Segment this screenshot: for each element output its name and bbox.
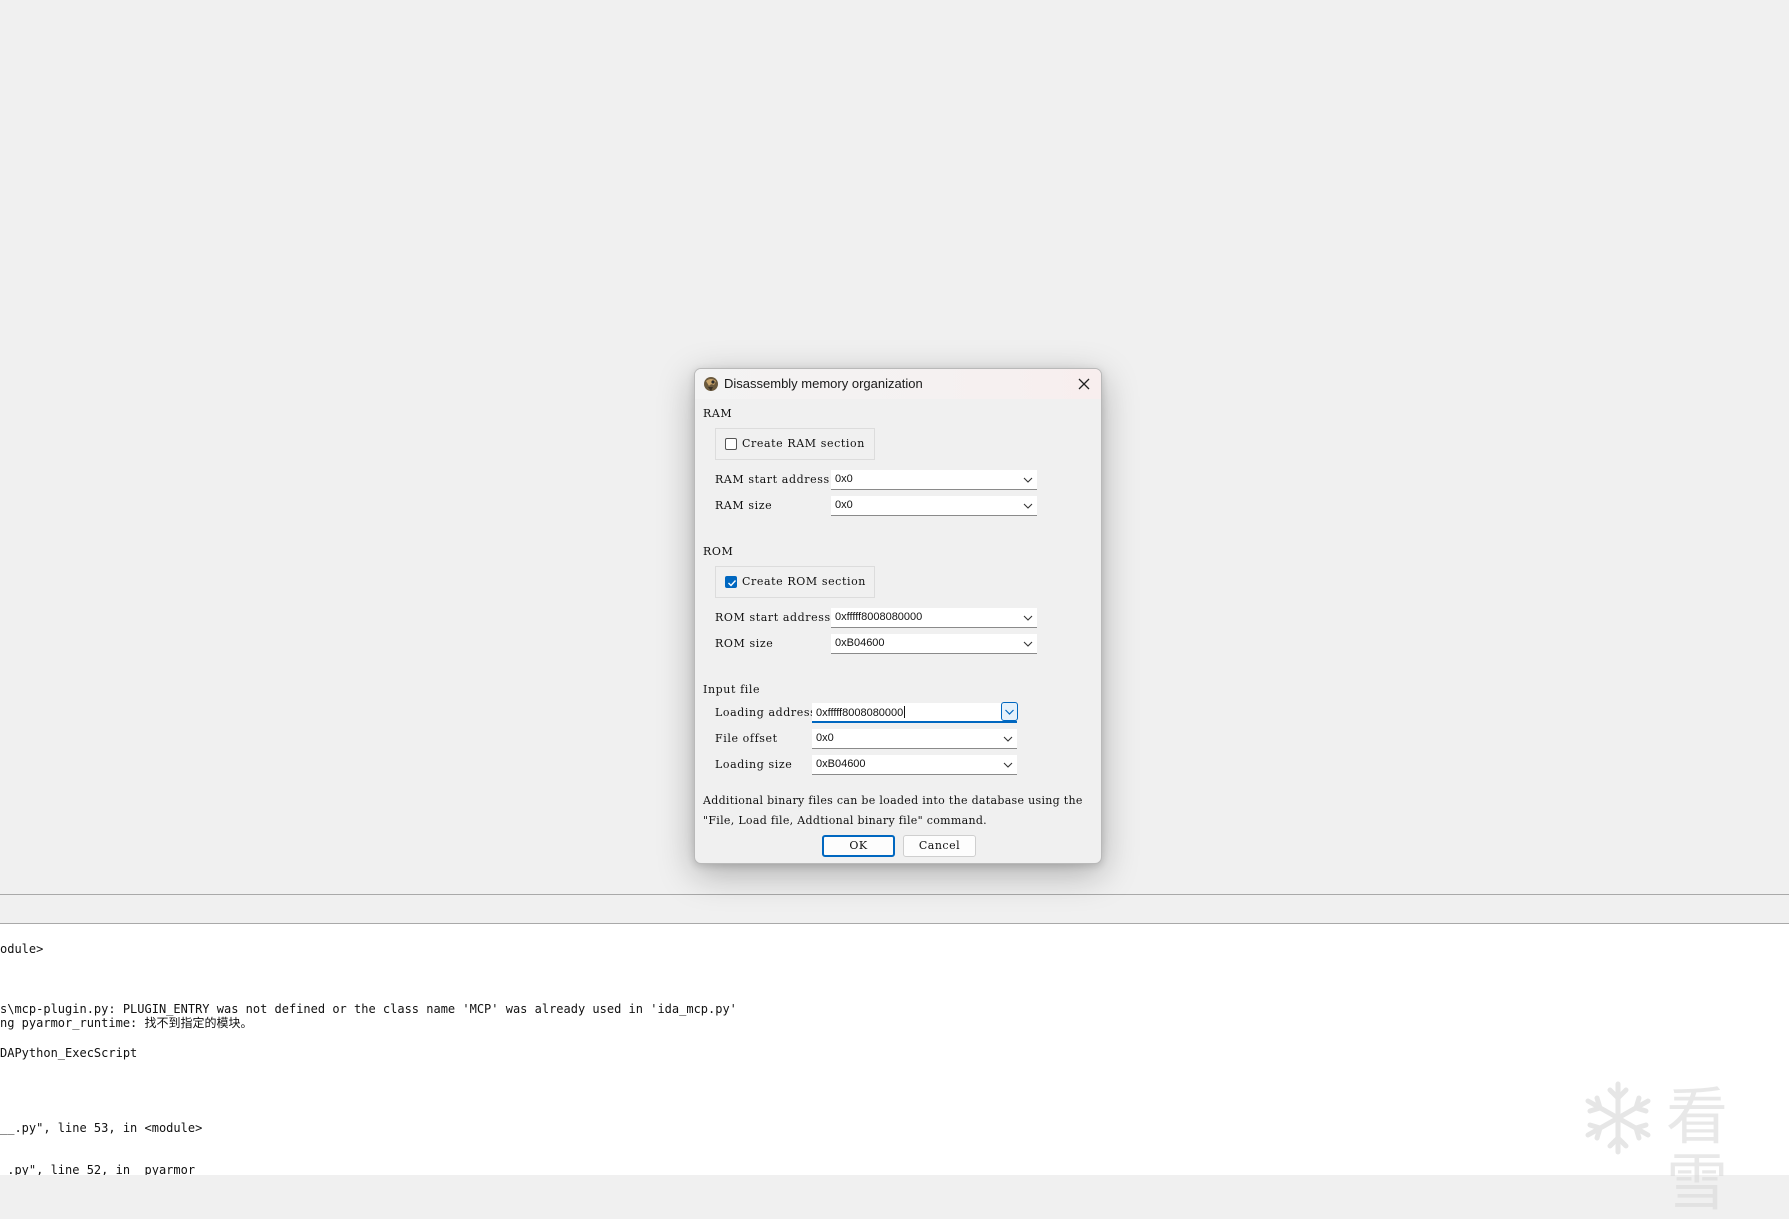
dialog-titlebar[interactable]: Disassembly memory organization bbox=[695, 369, 1101, 399]
create-rom-label[interactable]: Create ROM section bbox=[742, 575, 866, 588]
rom-group-label: ROM bbox=[703, 545, 734, 558]
rom-start-address-combo[interactable]: 0xfffff8008080000 bbox=[831, 608, 1037, 628]
dialog-title: Disassembly memory organization bbox=[724, 376, 923, 391]
watermark-logo: 看雪 bbox=[1578, 1078, 1768, 1216]
loading-size-label: Loading size bbox=[715, 758, 793, 771]
log-line: __.py", line 53, in <module> bbox=[0, 1121, 203, 1135]
output-window[interactable]: odule> s\mcp-plugin.py: PLUGIN_ENTRY was… bbox=[0, 924, 1789, 1175]
input-file-group-label: Input file bbox=[703, 683, 761, 696]
ram-size-label: RAM size bbox=[715, 499, 773, 512]
ok-button[interactable]: OK bbox=[822, 835, 895, 857]
text-caret bbox=[904, 706, 906, 718]
close-button[interactable] bbox=[1071, 371, 1097, 397]
loading-address-label: Loading address bbox=[715, 706, 817, 719]
log-line: _.py", line 52, in _pyarmor bbox=[0, 1163, 196, 1175]
file-offset-combo[interactable]: 0x0 bbox=[812, 729, 1017, 749]
chevron-down-icon[interactable] bbox=[1001, 758, 1015, 772]
ram-start-address-label: RAM start address bbox=[715, 473, 830, 486]
loading-size-combo[interactable]: 0xB04600 bbox=[812, 755, 1017, 775]
log-line: ng pyarmor_runtime: 找不到指定的模块。 bbox=[0, 1016, 253, 1030]
ida-app-icon bbox=[704, 377, 718, 391]
ram-size-combo[interactable]: 0x0 bbox=[831, 496, 1037, 516]
snowflake-icon bbox=[1585, 1081, 1651, 1155]
ram-checkbox-group: Create RAM section bbox=[715, 428, 875, 460]
pane-splitter[interactable] bbox=[0, 894, 1789, 924]
loading-address-text: 0xfffff8008080000 bbox=[816, 707, 904, 719]
rom-start-address-label: ROM start address bbox=[715, 611, 831, 624]
cancel-button[interactable]: Cancel bbox=[903, 835, 976, 857]
file-offset-label: File offset bbox=[715, 732, 778, 745]
create-rom-checkbox[interactable] bbox=[725, 576, 737, 588]
watermark-text: 看雪 bbox=[1666, 1080, 1731, 1219]
log-line: odule> bbox=[0, 942, 44, 956]
chevron-down-icon[interactable] bbox=[1021, 637, 1035, 651]
chevron-down-icon[interactable] bbox=[1001, 732, 1015, 746]
loading-address-combo[interactable]: 0xfffff8008080000 bbox=[812, 702, 1018, 723]
close-icon bbox=[1078, 378, 1090, 390]
ram-size-value: 0x0 bbox=[835, 499, 853, 511]
rom-checkbox-group: Create ROM section bbox=[715, 566, 875, 598]
info-message: Additional binary files can be loaded in… bbox=[703, 791, 1099, 831]
loading-size-value: 0xB04600 bbox=[816, 758, 866, 770]
rom-size-label: ROM size bbox=[715, 637, 774, 650]
ram-group-label: RAM bbox=[703, 407, 733, 420]
log-line: s\mcp-plugin.py: PLUGIN_ENTRY was not de… bbox=[0, 1002, 737, 1016]
ram-start-address-value: 0x0 bbox=[835, 473, 853, 485]
loading-address-value[interactable]: 0xfffff8008080000 bbox=[816, 706, 906, 719]
info-line: Additional binary files can be loaded in… bbox=[703, 794, 1083, 807]
info-line: "File, Load file, Addtional binary file"… bbox=[703, 814, 987, 827]
chevron-down-icon[interactable] bbox=[1021, 611, 1035, 625]
create-ram-checkbox[interactable] bbox=[725, 438, 737, 450]
rom-size-combo[interactable]: 0xB04600 bbox=[831, 634, 1037, 654]
rom-start-address-value: 0xfffff8008080000 bbox=[835, 611, 923, 623]
loading-address-dropdown-button[interactable] bbox=[1001, 702, 1018, 721]
rom-size-value: 0xB04600 bbox=[835, 637, 885, 649]
memory-organization-dialog: Disassembly memory organization RAM Crea… bbox=[694, 368, 1102, 864]
ram-start-address-combo[interactable]: 0x0 bbox=[831, 470, 1037, 490]
chevron-down-icon[interactable] bbox=[1021, 473, 1035, 487]
create-ram-label[interactable]: Create RAM section bbox=[742, 437, 865, 450]
chevron-down-icon bbox=[1005, 709, 1014, 715]
checkmark-icon bbox=[728, 580, 737, 587]
file-offset-value: 0x0 bbox=[816, 732, 834, 744]
chevron-down-icon[interactable] bbox=[1021, 499, 1035, 513]
log-line: DAPython_ExecScript bbox=[0, 1046, 138, 1060]
